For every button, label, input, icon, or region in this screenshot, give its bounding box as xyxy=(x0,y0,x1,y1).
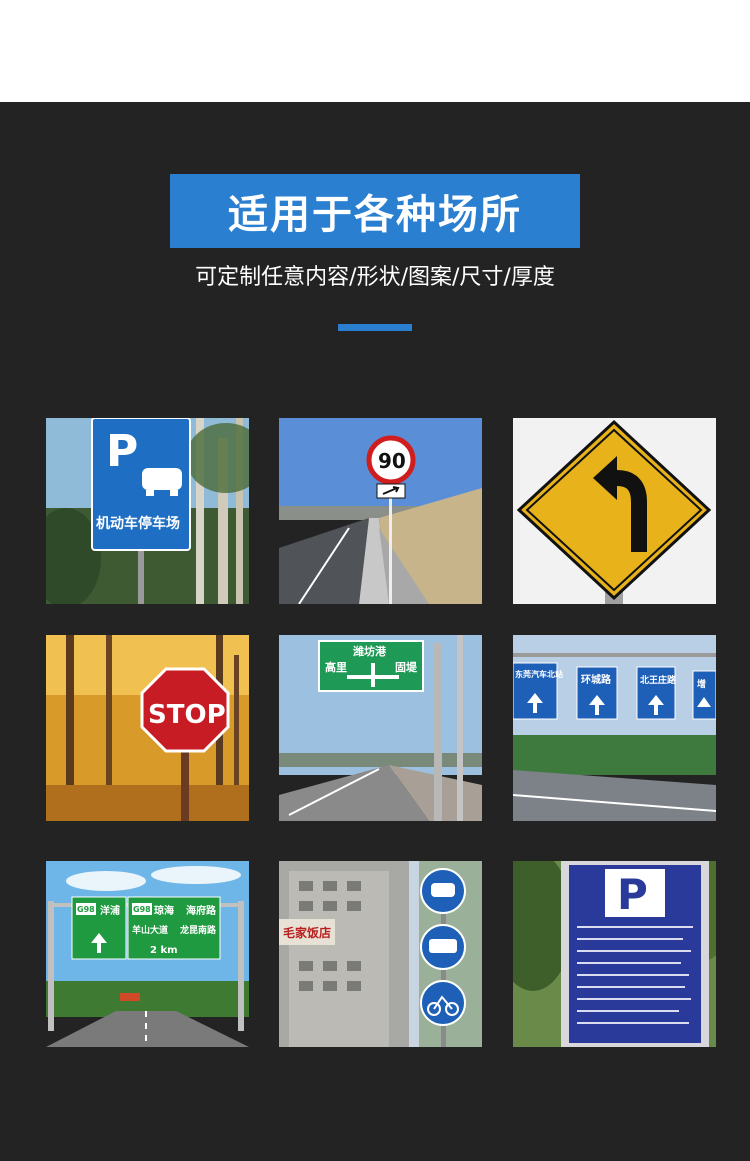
accent-divider xyxy=(338,324,412,331)
overhead-sign2: 环城路 xyxy=(581,673,612,686)
photo-highway-gantry: G98 洋浦 G98 琼海 海府路 羊山大道 龙昆南路 2 km xyxy=(46,861,249,1047)
street-building: 毛家饭店 xyxy=(283,925,331,940)
section-title: 适用于各种场所 xyxy=(170,174,580,248)
photo-street-signs: 毛家饭店 xyxy=(279,861,482,1047)
highway-place3: 海府路 xyxy=(186,904,217,917)
guide-right: 固堤 xyxy=(395,660,418,674)
photo-guide-sign: 潍坊港 高里 固堤 xyxy=(279,635,482,821)
parking-label: 机动车停车场 xyxy=(96,515,180,532)
guide-left: 高里 xyxy=(325,660,347,674)
highway-place4: 羊山大道 xyxy=(132,924,168,936)
section-subtitle: 可定制任意内容/形状/图案/尺寸/厚度 xyxy=(195,265,555,290)
overhead-sign4: 增 xyxy=(697,678,706,690)
overhead-sign1: 东莞汽车北站 xyxy=(515,669,563,679)
top-white-band xyxy=(0,0,750,102)
highway-distance: 2 km xyxy=(150,945,178,956)
guide-top: 潍坊港 xyxy=(353,644,387,658)
info-board-letter: P xyxy=(617,870,648,919)
highway-place1: 洋浦 xyxy=(100,904,120,917)
highway-place2: 琼海 xyxy=(154,904,174,917)
highway-route1: G98 xyxy=(77,905,95,914)
photo-speed-limit: 90 xyxy=(279,418,482,604)
highway-place5: 龙昆南路 xyxy=(179,924,217,936)
photo-parking-info-board: P xyxy=(513,861,716,1047)
photo-curve-warning xyxy=(513,418,716,604)
parking-letter: P xyxy=(106,426,138,477)
overhead-sign3: 北王庄路 xyxy=(640,674,677,686)
photo-overhead-signs: 东莞汽车北站 环城路 北王庄路 增 xyxy=(513,635,716,821)
photo-stop-sign: STOP xyxy=(46,635,249,821)
photo-parking-sign: P 机动车停车场 xyxy=(46,418,249,604)
stop-label: STOP xyxy=(148,700,226,730)
highway-route2: G98 xyxy=(133,905,151,914)
speed-value: 90 xyxy=(378,449,406,473)
